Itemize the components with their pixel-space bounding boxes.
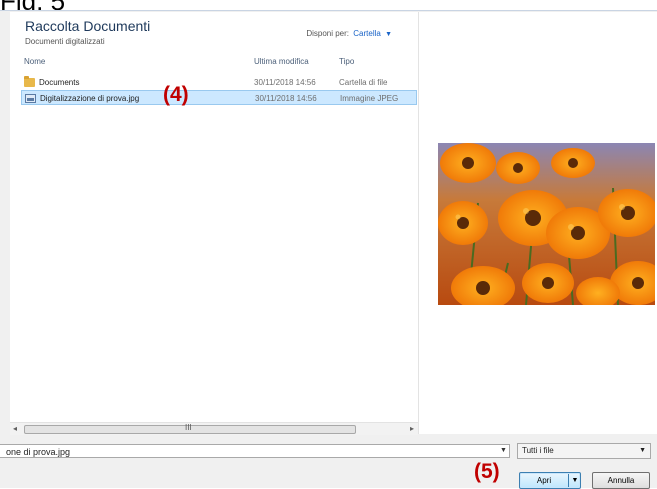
chevron-down-icon: ▼ [385,31,392,38]
file-row-scan[interactable]: Digitalizzazione di prova.jpg 30/11/2018… [21,90,417,105]
library-title: Raccolta Documenti [25,18,151,34]
folder-icon [24,76,35,87]
file-type-filter[interactable]: Tutti i file ▼ [517,443,651,459]
file-list-pane: Raccolta Documenti Documenti digitalizza… [10,12,419,434]
chevron-down-icon: ▼ [639,447,646,454]
library-subtitle: Documenti digitalizzati [25,37,105,46]
column-header-type[interactable]: Tipo [339,57,354,66]
scroll-left-icon[interactable]: ◂ [13,424,17,433]
image-icon [25,94,36,103]
arrange-by-label: Disponi per: [306,29,350,38]
column-headers: Nome Ultima modifica Tipo [10,57,418,71]
file-type-filter-value: Tutti i file [522,446,554,455]
horizontal-scrollbar[interactable]: ◂ III ▸ [10,422,418,435]
scrollbar-grip: III [185,423,192,432]
scroll-right-icon[interactable]: ▸ [410,424,414,433]
file-type: Immagine JPEG [340,94,399,103]
preview-image [438,143,655,305]
filename-input[interactable]: one di prova.jpg [0,444,510,458]
annotation-step-5: (5) [474,460,500,483]
column-header-modified[interactable]: Ultima modifica [254,57,309,66]
chevron-down-icon[interactable]: ▼ [500,447,507,454]
arrange-by-value[interactable]: Cartella [353,29,381,38]
file-modified: 30/11/2018 14:56 [255,94,317,103]
file-name: Digitalizzazione di prova.jpg [40,94,140,103]
open-button-label: Apri [536,476,552,485]
file-name: Documents [39,78,80,87]
split-divider [568,474,569,487]
cancel-button[interactable]: Annulla [592,472,650,489]
file-row-documents[interactable]: Documents 30/11/2018 14:56 Cartella di f… [21,75,417,90]
chevron-down-icon[interactable]: ▼ [570,473,580,488]
file-modified: 30/11/2018 14:56 [254,78,316,87]
column-header-name[interactable]: Nome [24,57,45,66]
scrollbar-thumb[interactable]: III [24,423,356,434]
file-open-dialog: Raccolta Documenti Documenti digitalizza… [0,10,657,489]
open-button[interactable]: Apri ▼ [519,472,581,489]
annotation-step-4: (4) [163,83,189,106]
preview-pane [419,12,657,434]
file-type: Cartella di file [339,78,388,87]
arrange-by-control[interactable]: Disponi per: Cartella ▼ [306,29,392,38]
